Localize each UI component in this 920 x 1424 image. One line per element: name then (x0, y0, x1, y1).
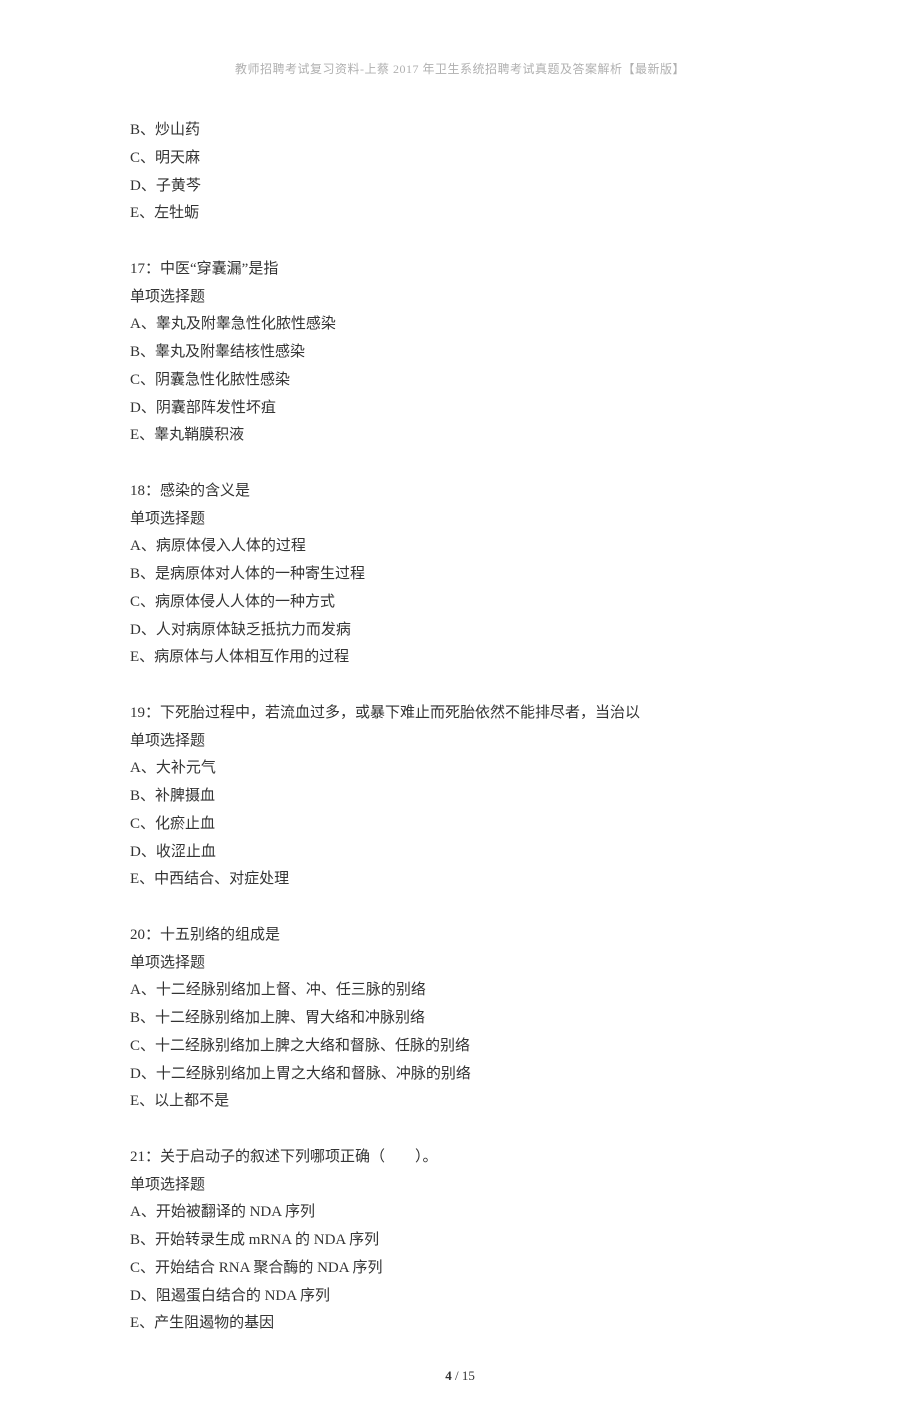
text-line: B、是病原体对人体的一种寄生过程 (130, 561, 790, 589)
text-line: B、炒山药 (130, 117, 790, 145)
text-line: 单项选择题 (130, 728, 790, 756)
page-number-total: 15 (462, 1368, 475, 1383)
text-line: 单项选择题 (130, 950, 790, 978)
text-line: D、人对病原体缺乏抵抗力而发病 (130, 617, 790, 645)
text-line: D、子黄芩 (130, 173, 790, 201)
document-body: B、炒山药C、明天麻D、子黄芩E、左牡蛎17：中医“穿囊漏”是指单项选择题A、睾… (130, 117, 790, 1338)
text-line: 单项选择题 (130, 1172, 790, 1200)
text-line: E、中西结合、对症处理 (130, 866, 790, 894)
text-line: E、睾丸鞘膜积液 (130, 422, 790, 450)
text-line: 17：中医“穿囊漏”是指 (130, 256, 790, 284)
text-line: E、病原体与人体相互作用的过程 (130, 644, 790, 672)
text-line: B、开始转录生成 mRNA 的 NDA 序列 (130, 1227, 790, 1255)
text-line: C、化瘀止血 (130, 811, 790, 839)
blank-line (130, 894, 790, 922)
text-line: B、十二经脉别络加上脾、胃大络和冲脉别络 (130, 1005, 790, 1033)
text-line: A、开始被翻译的 NDA 序列 (130, 1199, 790, 1227)
text-line: D、十二经脉别络加上胃之大络和督脉、冲脉的别络 (130, 1061, 790, 1089)
text-line: D、收涩止血 (130, 839, 790, 867)
text-line: A、睾丸及附睾急性化脓性感染 (130, 311, 790, 339)
text-line: B、睾丸及附睾结核性感染 (130, 339, 790, 367)
document-page: 教师招聘考试复习资料-上蔡 2017 年卫生系统招聘考试真题及答案解析【最新版】… (0, 0, 920, 1424)
blank-line (130, 450, 790, 478)
text-line: E、以上都不是 (130, 1088, 790, 1116)
page-header: 教师招聘考试复习资料-上蔡 2017 年卫生系统招聘考试真题及答案解析【最新版】 (130, 60, 790, 77)
blank-line (130, 1116, 790, 1144)
text-line: 20：十五别络的组成是 (130, 922, 790, 950)
blank-line (130, 672, 790, 700)
text-line: B、补脾摄血 (130, 783, 790, 811)
text-line: D、阻遏蛋白结合的 NDA 序列 (130, 1283, 790, 1311)
text-line: C、开始结合 RNA 聚合酶的 NDA 序列 (130, 1255, 790, 1283)
text-line: D、阴囊部阵发性坏疽 (130, 395, 790, 423)
text-line: 21：关于启动子的叙述下列哪项正确（ ）。 (130, 1144, 790, 1172)
page-number-current: 4 (445, 1368, 452, 1383)
page-footer: 4 / 15 (130, 1368, 790, 1384)
text-line: E、产生阻遏物的基因 (130, 1310, 790, 1338)
text-line: E、左牡蛎 (130, 200, 790, 228)
text-line: 单项选择题 (130, 284, 790, 312)
text-line: C、明天麻 (130, 145, 790, 173)
text-line: A、病原体侵入人体的过程 (130, 533, 790, 561)
text-line: 19：下死胎过程中，若流血过多，或暴下难止而死胎依然不能排尽者，当治以 (130, 700, 790, 728)
text-line: C、阴囊急性化脓性感染 (130, 367, 790, 395)
blank-line (130, 228, 790, 256)
text-line: A、十二经脉别络加上督、冲、任三脉的别络 (130, 977, 790, 1005)
text-line: A、大补元气 (130, 755, 790, 783)
text-line: C、病原体侵人人体的一种方式 (130, 589, 790, 617)
text-line: C、十二经脉别络加上脾之大络和督脉、任脉的别络 (130, 1033, 790, 1061)
text-line: 单项选择题 (130, 506, 790, 534)
text-line: 18：感染的含义是 (130, 478, 790, 506)
